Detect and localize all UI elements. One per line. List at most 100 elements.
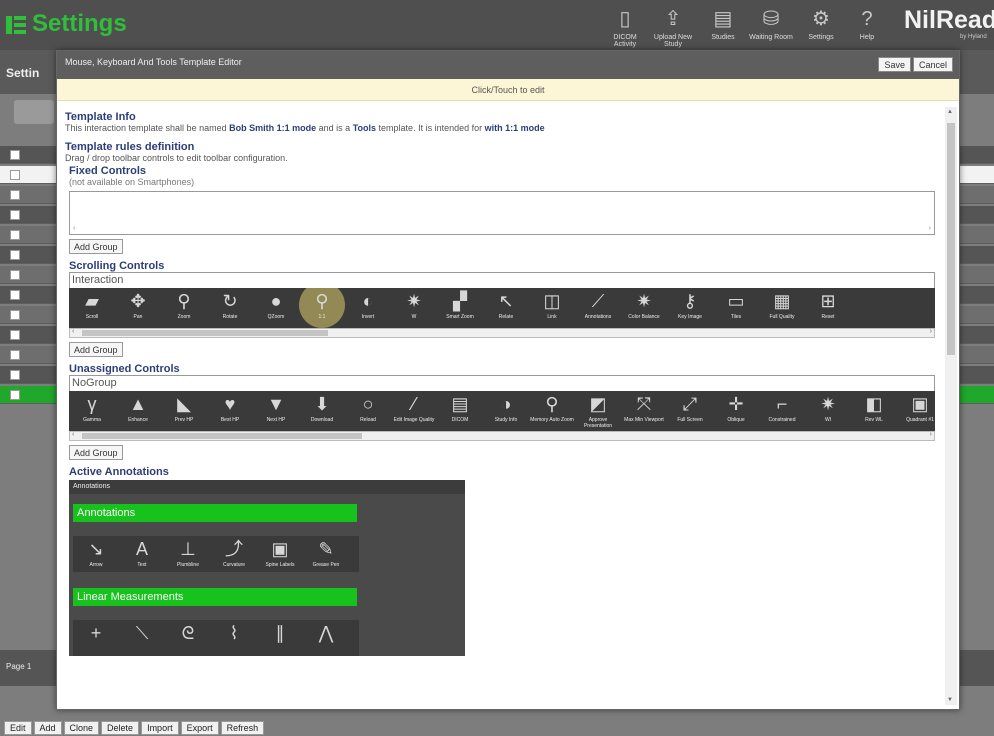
tool-curve[interactable]: ⌇ bbox=[211, 620, 257, 656]
tool-reset[interactable]: ⊞ Reset bbox=[805, 288, 851, 326]
template-type[interactable]: Tools bbox=[353, 123, 376, 133]
tool-rotate[interactable]: ↻ Rotate bbox=[207, 288, 253, 326]
row-checkbox[interactable] bbox=[10, 190, 20, 200]
tool-annotations[interactable]: ⟋ Annotations bbox=[575, 288, 621, 326]
row-checkbox[interactable] bbox=[10, 270, 20, 280]
scroll-up-icon[interactable]: ▲ bbox=[947, 109, 953, 115]
tool-one-to-one[interactable]: ⚲ 1:1 bbox=[299, 288, 345, 328]
row-checkbox[interactable] bbox=[10, 310, 20, 320]
fixed-add-group-button[interactable]: Add Group bbox=[69, 239, 123, 254]
tool-qzoom[interactable]: ● QZoom bbox=[253, 288, 299, 326]
tool-zoom[interactable]: ⚲ Zoom bbox=[161, 288, 207, 326]
topnav-help[interactable]: ? Help bbox=[844, 4, 890, 48]
topnav-file[interactable]: ▯ DICOM Activity bbox=[602, 4, 648, 48]
row-checkbox[interactable] bbox=[10, 170, 20, 180]
topnav-waiting-room[interactable]: ⛁ Waiting Room bbox=[748, 4, 794, 48]
tool-prev-hp[interactable]: ◣ Prev HP bbox=[161, 391, 207, 429]
refresh-button[interactable]: Refresh bbox=[220, 721, 265, 735]
click-to-edit-bar[interactable]: Click/Touch to edit bbox=[57, 79, 959, 101]
template-intent[interactable]: with 1:1 mode bbox=[485, 123, 545, 133]
topnav-gear[interactable]: ⚙ Settings bbox=[798, 4, 844, 48]
clone-button[interactable]: Clone bbox=[63, 721, 100, 735]
edit-button[interactable]: Edit bbox=[4, 721, 32, 735]
row-checkbox[interactable] bbox=[10, 350, 20, 360]
tool-text[interactable]: A Text bbox=[119, 536, 165, 572]
fixed-controls-dropzone[interactable]: ‹ › bbox=[69, 191, 935, 235]
tool-curvature[interactable]: ⤴ Curvature bbox=[211, 536, 257, 572]
scrollbar-thumb[interactable] bbox=[82, 433, 362, 439]
unassigned-add-group-button[interactable]: Add Group bbox=[69, 445, 123, 460]
scrolling-group-label[interactable]: Interaction bbox=[69, 272, 935, 288]
scroll-right-icon[interactable]: › bbox=[930, 328, 932, 335]
tool-relate[interactable]: ↖ Relate bbox=[483, 288, 529, 326]
row-checkbox[interactable] bbox=[10, 290, 20, 300]
save-button[interactable]: Save bbox=[878, 57, 911, 72]
tool-line[interactable]: ⟍ bbox=[119, 620, 165, 656]
tool-best-hp[interactable]: ♥ Best HP bbox=[207, 391, 253, 429]
tool-next-hp[interactable]: ▼ Next HP bbox=[253, 391, 299, 429]
scroll-left-icon[interactable]: ‹ bbox=[72, 431, 74, 438]
topnav-upload[interactable]: ⇪ Upload New Study bbox=[650, 4, 696, 48]
tool-plumbline[interactable]: ⊥ Plumbline bbox=[165, 536, 211, 572]
tool-scroll[interactable]: ▰ Scroll bbox=[69, 288, 115, 326]
row-checkbox[interactable] bbox=[10, 390, 20, 400]
tool-freehand[interactable]: ᘓ bbox=[165, 620, 211, 656]
tool-max-min[interactable]: ⤧ Max Min Viewport bbox=[621, 391, 667, 429]
scrolling-hscrollbar[interactable]: ‹ › bbox=[69, 328, 935, 338]
row-checkbox[interactable] bbox=[10, 250, 20, 260]
tool-enhance[interactable]: ▲ Enhance bbox=[115, 391, 161, 429]
tool-rev-wl[interactable]: ◧ Rev WL bbox=[851, 391, 897, 429]
tool-pan[interactable]: ✥ Pan bbox=[115, 288, 161, 326]
import-button[interactable]: Import bbox=[141, 721, 179, 735]
tool-gamma[interactable]: γ Gamma bbox=[69, 391, 115, 429]
tool-oblique[interactable]: ✛ Oblique bbox=[713, 391, 759, 429]
tool-download[interactable]: ⬇ Download bbox=[299, 391, 345, 429]
tool-angle[interactable]: ⋀ bbox=[303, 620, 349, 656]
row-checkbox[interactable] bbox=[10, 330, 20, 340]
tool-full-quality[interactable]: ▦ Full Quality bbox=[759, 288, 805, 326]
tool-parallel[interactable]: ∥ bbox=[257, 620, 303, 656]
tool-spine-labels[interactable]: ▣ Spine Labels bbox=[257, 536, 303, 572]
tool-window-level[interactable]: ✷ W bbox=[391, 288, 437, 326]
delete-button[interactable]: Delete bbox=[101, 721, 140, 735]
tool-grease-pen[interactable]: ✎ Grease Pen bbox=[303, 536, 349, 572]
tool-memory-zoom[interactable]: ⚲ Memory Auto Zoom bbox=[529, 391, 575, 429]
row-checkbox[interactable] bbox=[10, 370, 20, 380]
tool-smart-zoom[interactable]: ▞ Smart Zoom bbox=[437, 288, 483, 326]
template-name[interactable]: Bob Smith 1:1 mode bbox=[229, 123, 316, 133]
cancel-button[interactable]: Cancel bbox=[912, 57, 953, 72]
tool-constrained[interactable]: ⌐ Constrained bbox=[759, 391, 805, 429]
tool-study-info[interactable]: ◑ Study Info bbox=[483, 391, 529, 429]
tool-link[interactable]: ◫ Link bbox=[529, 288, 575, 326]
topnav-studies[interactable]: ▤ Studies bbox=[700, 4, 746, 48]
scroll-left-icon[interactable]: ‹ bbox=[73, 225, 75, 232]
tool-approve[interactable]: ◩ Approve Presentation bbox=[575, 391, 621, 429]
tool-crosshair[interactable]: + bbox=[73, 620, 119, 656]
scrollbar-thumb[interactable] bbox=[82, 330, 328, 336]
add-button[interactable]: Add bbox=[33, 721, 62, 735]
tool-edit-quality[interactable]: ⁄ Edit Image Quality bbox=[391, 391, 437, 429]
scroll-right-icon[interactable]: › bbox=[930, 431, 932, 438]
row-checkbox[interactable] bbox=[10, 230, 20, 240]
scrollbar-thumb[interactable] bbox=[947, 123, 955, 355]
tool-invert[interactable]: ◐ Invert bbox=[345, 288, 391, 326]
tool-color-balance[interactable]: ✷ Color Balance bbox=[621, 288, 667, 326]
scrolling-add-group-button[interactable]: Add Group bbox=[69, 342, 123, 357]
unassigned-hscrollbar[interactable]: ‹ › bbox=[69, 431, 935, 441]
scroll-right-icon[interactable]: › bbox=[929, 225, 931, 232]
row-checkbox[interactable] bbox=[10, 210, 20, 220]
tool-quadrant[interactable]: ▣ Quadrant #1 bbox=[897, 391, 935, 429]
tool-reload[interactable]: ○ Reload bbox=[345, 391, 391, 429]
tool-dicom[interactable]: ▤ DICOM bbox=[437, 391, 483, 429]
dialog-vscrollbar[interactable]: ▲ ▼ bbox=[945, 107, 957, 705]
tool-tiles[interactable]: ▭ Tiles bbox=[713, 288, 759, 326]
row-checkbox[interactable] bbox=[10, 150, 20, 160]
background-button[interactable] bbox=[14, 100, 54, 124]
tool-key-image[interactable]: ⚷ Key Image bbox=[667, 288, 713, 326]
export-button[interactable]: Export bbox=[180, 721, 219, 735]
tool-arrow[interactable]: ↘ Arrow bbox=[73, 536, 119, 572]
scroll-down-icon[interactable]: ▼ bbox=[947, 697, 953, 703]
scroll-left-icon[interactable]: ‹ bbox=[72, 328, 74, 335]
annotations-group-label[interactable]: Annotations bbox=[73, 504, 357, 522]
tool-full-screen[interactable]: ⤢ Full Screen bbox=[667, 391, 713, 429]
